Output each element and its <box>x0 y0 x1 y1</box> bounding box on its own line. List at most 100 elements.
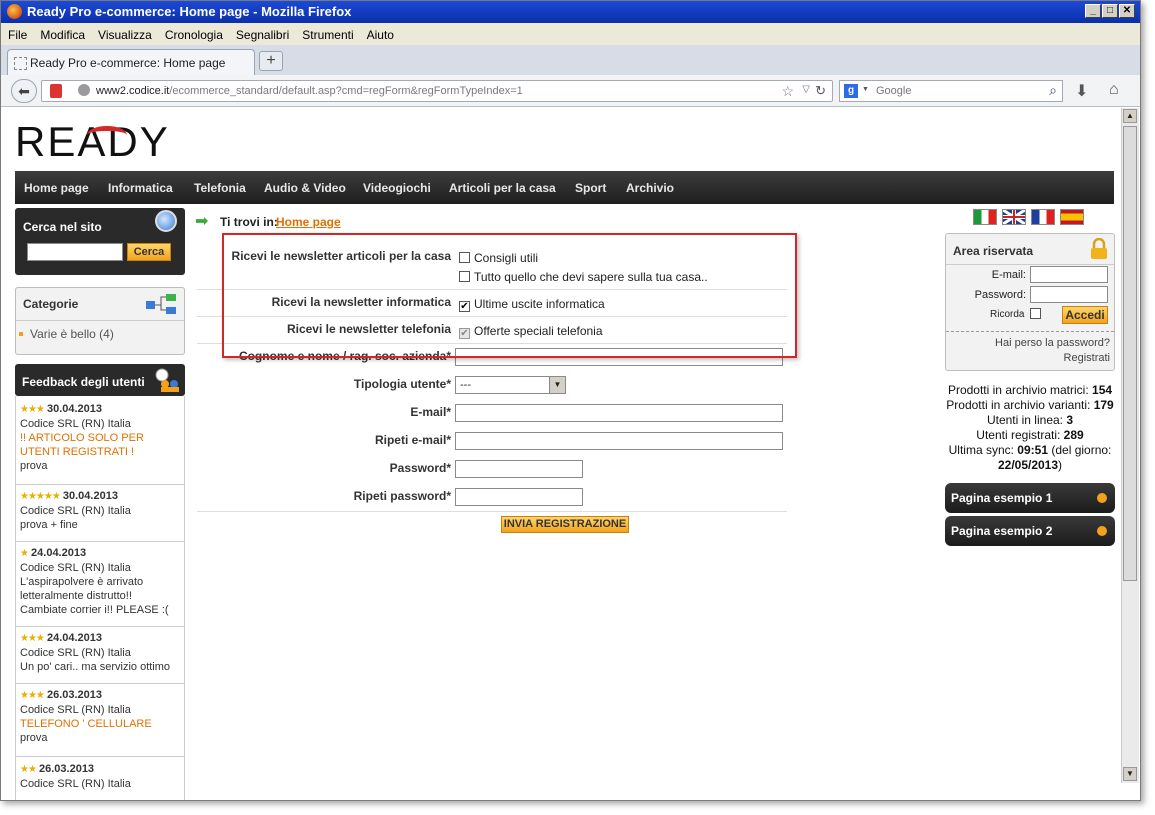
page-example-2-link[interactable]: Pagina esempio 2 <box>945 516 1115 546</box>
title-bar: Ready Pro e-commerce: Home page - Mozill… <box>1 1 1140 23</box>
login-box: Area riservata E-mail: Password: Ricorda… <box>945 233 1115 371</box>
feedback-link[interactable]: !! ARTICOLO SOLO PER UTENTI REGISTRATI ! <box>20 432 144 458</box>
password-label: Password* <box>389 461 451 475</box>
feedback-item: ★★★ 30.04.2013 Codice SRL (RN) Italia !!… <box>20 403 144 472</box>
dropdown-icon[interactable]: ▽ <box>802 84 810 95</box>
addon-icon <box>50 84 62 98</box>
menu-aiuto[interactable]: Aiuto <box>360 23 400 42</box>
menu-strumenti[interactable]: Strumenti <box>295 23 359 42</box>
stat-sync-date: 22/05/2013) <box>997 458 1063 472</box>
forgot-password-link[interactable]: Hai perso la password? <box>995 337 1110 349</box>
menu-bar: File Modifica Visualizza Cronologia Segnalib… <box>1 23 1140 45</box>
flag-french-icon[interactable] <box>1031 209 1055 225</box>
language-flags <box>973 209 1089 225</box>
download-icon[interactable]: ⬇ <box>1075 81 1088 101</box>
minimize-button[interactable]: _ <box>1085 4 1101 18</box>
remember-label: Ricorda <box>990 309 1025 320</box>
back-button[interactable]: ⬅ <box>11 79 37 103</box>
password-confirm-label: Ripeti password* <box>353 489 451 503</box>
email-confirm-label: Ripeti e-mail* <box>374 433 451 447</box>
form-labels: Ricevi le newsletter articoli per la cas… <box>191 108 451 800</box>
stat-online: Utenti in linea: 3 <box>986 413 1074 427</box>
login-title: Area riservata <box>953 244 1034 258</box>
reload-icon[interactable]: ↻ <box>815 83 826 99</box>
email-confirm-input[interactable] <box>455 432 783 450</box>
feedback-item: ★ 24.04.2013 Codice SRL (RN) Italia L'as… <box>20 547 169 616</box>
url-path: /ecommerce_standard/default.asp?cmd=regF… <box>169 85 523 97</box>
feedback-link[interactable]: TELEFONO ' CELLULARE <box>20 718 152 730</box>
globe-icon <box>78 84 90 96</box>
nav-articoli-casa[interactable]: Articoli per la casa <box>449 181 556 195</box>
chevron-down-icon[interactable]: ▼ <box>862 86 869 93</box>
scroll-up-icon[interactable]: ▲ <box>1123 109 1137 123</box>
logo-swoosh <box>87 126 127 144</box>
feedback-list: ★★★ 30.04.2013 Codice SRL (RN) Italia !!… <box>15 396 185 800</box>
category-tree-icon <box>146 293 178 315</box>
nav-sport[interactable]: Sport <box>575 181 606 195</box>
maximize-button[interactable]: □ <box>1102 4 1118 18</box>
browser-window: Ready Pro e-commerce: Home page - Mozill… <box>0 0 1141 801</box>
highlight-rectangle <box>222 233 797 358</box>
user-type-select[interactable]: --- ▼ <box>455 376 566 394</box>
new-tab-button[interactable]: + <box>259 51 283 71</box>
user-type-label: Tipologia utente* <box>353 377 451 391</box>
categories-box: Categorie Varie è bello (4) <box>15 287 185 355</box>
magnifier-icon <box>155 210 177 232</box>
login-button[interactable]: Accedi <box>1062 306 1108 324</box>
chevron-down-icon[interactable]: ▼ <box>549 377 565 393</box>
menu-cronologia[interactable]: Cronologia <box>158 23 229 42</box>
search-placeholder: Google <box>876 85 912 97</box>
orange-dot-icon <box>1097 493 1107 503</box>
search-icon[interactable]: ⌕ <box>1049 82 1057 99</box>
url-bar[interactable]: www2.codice.it/ecommerce_standard/defaul… <box>41 80 833 102</box>
users-icon <box>153 368 181 392</box>
stat-registered: Utenti registrati: 289 <box>976 428 1084 442</box>
login-email-label: E-mail: <box>991 269 1026 281</box>
feedback-item: ★★★ 26.03.2013 Codice SRL (RN) Italia TE… <box>20 689 152 744</box>
submit-registration-button[interactable]: INVIA REGISTRAZIONE <box>501 516 629 533</box>
feedback-title: Feedback degli utenti <box>22 375 145 389</box>
main-navigation: Home page Informatica Telefonia Audio & … <box>15 171 1114 204</box>
login-email-input[interactable] <box>1030 266 1108 283</box>
flag-spanish-icon[interactable] <box>1060 209 1084 225</box>
nav-home[interactable]: Home page <box>24 181 89 195</box>
site-search-title: Cerca nel sito <box>23 220 102 234</box>
close-button[interactable]: ✕ <box>1119 4 1135 18</box>
scroll-down-icon[interactable]: ▼ <box>1123 767 1137 781</box>
firefox-icon <box>7 4 22 19</box>
bullet-icon <box>19 332 23 336</box>
stat-sync: Ultima sync: 09:51 (del giorno: <box>948 443 1112 457</box>
flag-english-icon[interactable] <box>1002 209 1026 225</box>
search-bar[interactable]: g ▼ Google ⌕ <box>839 80 1063 102</box>
email-label: E-mail* <box>410 405 451 419</box>
window-title: Ready Pro e-commerce: Home page - Mozill… <box>27 4 352 19</box>
menu-modifica[interactable]: Modifica <box>33 23 91 42</box>
menu-file[interactable]: File <box>1 23 33 42</box>
google-icon: g <box>844 84 858 98</box>
lock-icon <box>1090 237 1108 260</box>
scrollbar-thumb[interactable] <box>1123 126 1137 581</box>
menu-segnalibri[interactable]: Segnalibri <box>229 23 295 42</box>
feedback-item: ★★★★★ 30.04.2013 Codice SRL (RN) Italia … <box>20 490 131 531</box>
nav-archivio[interactable]: Archivio <box>626 181 674 195</box>
page-example-1-link[interactable]: Pagina esempio 1 <box>945 483 1115 513</box>
tab-home[interactable]: Ready Pro e-commerce: Home page <box>7 49 255 75</box>
categories-title: Categorie <box>23 297 79 311</box>
login-password-input[interactable] <box>1030 286 1108 303</box>
email-input[interactable] <box>455 404 783 422</box>
password-confirm-input[interactable] <box>455 488 583 506</box>
star-icon[interactable]: ☆ <box>781 83 794 100</box>
home-icon[interactable]: ⌂ <box>1109 81 1119 99</box>
register-link[interactable]: Registrati <box>1064 352 1110 364</box>
menu-visualizza[interactable]: Visualizza <box>91 23 158 42</box>
flag-italian-icon[interactable] <box>973 209 997 225</box>
tab-bar: Ready Pro e-commerce: Home page + <box>1 45 1140 75</box>
feedback-item: ★★★ 24.04.2013 Codice SRL (RN) Italia Un… <box>20 632 171 673</box>
password-input[interactable] <box>455 460 583 478</box>
remember-checkbox[interactable] <box>1030 308 1041 319</box>
category-item[interactable]: Varie è bello (4) <box>30 327 114 341</box>
nav-informatica[interactable]: Informatica <box>108 181 173 195</box>
login-password-label: Password: <box>974 289 1026 301</box>
site-search-input[interactable] <box>27 243 123 261</box>
site-search-button[interactable]: Cerca <box>127 243 171 261</box>
